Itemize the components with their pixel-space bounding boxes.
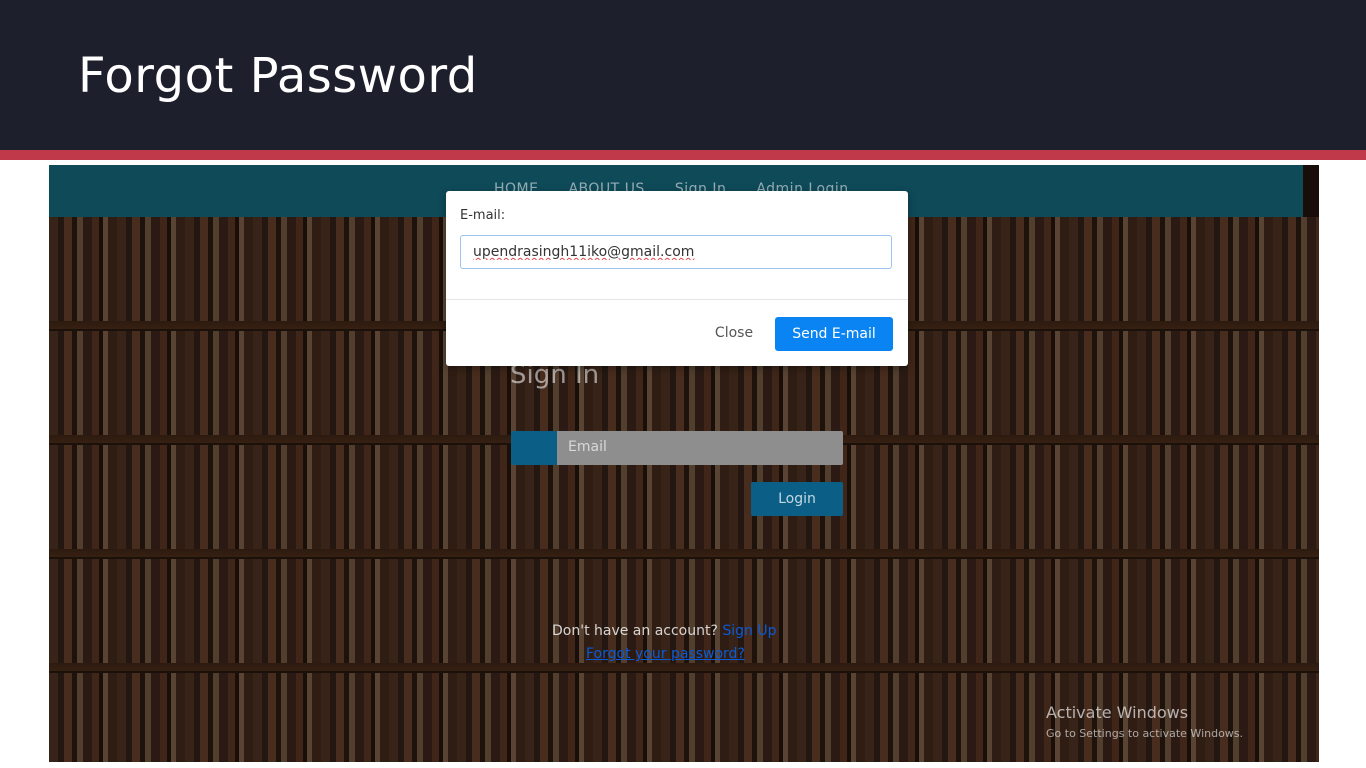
signup-prompt: Don't have an account? Sign Up <box>552 623 777 639</box>
forgot-password-link[interactable]: Forgot your password? <box>586 646 745 662</box>
activate-windows-title: Activate Windows <box>1046 703 1189 722</box>
accent-bar <box>0 150 1366 160</box>
signup-link[interactable]: Sign Up <box>722 623 776 639</box>
signin-email-field[interactable]: Email <box>511 431 843 465</box>
app-screenshot: HOME ABOUT US Sign In Admin Login Sign I… <box>49 165 1319 762</box>
slide-title: Forgot Password <box>78 48 478 104</box>
no-account-text: Don't have an account? <box>552 623 718 639</box>
modal-footer-divider <box>446 299 908 300</box>
close-button[interactable]: Close <box>704 318 764 348</box>
signin-email-placeholder: Email <box>568 439 607 455</box>
reset-email-input[interactable] <box>460 235 892 269</box>
email-label: E-mail: <box>460 208 506 223</box>
forgot-password-modal: E-mail: Close Send E-mail <box>446 191 908 366</box>
send-email-button[interactable]: Send E-mail <box>775 317 893 351</box>
slide-header: Forgot Password <box>0 0 1366 150</box>
envelope-icon <box>511 431 557 465</box>
login-button[interactable]: Login <box>751 482 843 516</box>
activate-windows-subtitle: Go to Settings to activate Windows. <box>1046 727 1244 740</box>
